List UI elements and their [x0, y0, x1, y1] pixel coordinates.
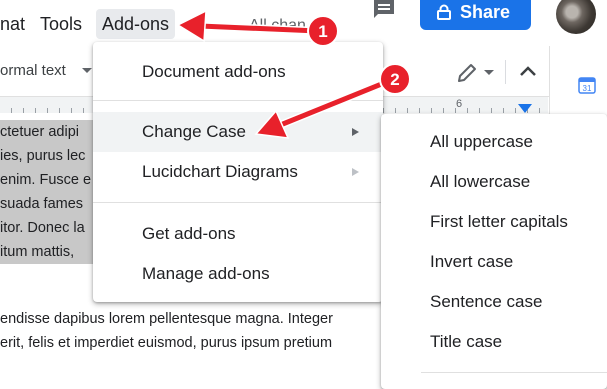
right-indent-marker[interactable] — [518, 104, 532, 113]
document-line: ies, purus lec — [0, 144, 96, 168]
menu-tools[interactable]: Tools — [34, 9, 88, 39]
menu-divider — [421, 372, 607, 373]
document-line: suada fames — [0, 192, 96, 216]
menu-divider — [93, 100, 383, 101]
editing-mode-chevron-icon[interactable] — [484, 70, 494, 75]
submenu-item-all-uppercase[interactable]: All uppercase — [381, 122, 607, 162]
pencil-icon[interactable] — [456, 62, 478, 84]
menu-divider — [93, 202, 383, 203]
paragraph-style-select[interactable]: ormal text — [0, 62, 66, 79]
change-case-submenu: All uppercase All lowercase First letter… — [381, 114, 607, 389]
submenu-item-invert-case[interactable]: Invert case — [381, 242, 607, 282]
menu-format[interactable]: nat — [0, 9, 31, 39]
document-line: endisse dapibus lorem pellentesque magna… — [0, 311, 333, 327]
submenu-arrow-icon — [352, 128, 359, 136]
calendar-day: 31 — [583, 84, 592, 93]
menu-item-change-case[interactable]: Change Case — [93, 112, 383, 152]
document-line: itor. Donec la — [0, 216, 96, 240]
document-line: erit, felis et imperdiet euismod, purus … — [0, 335, 333, 351]
share-button[interactable]: Share — [420, 0, 531, 30]
menu-item-manage-addons[interactable]: Manage add-ons — [93, 254, 383, 294]
document-line: itum mattis, — [0, 240, 96, 264]
submenu-item-title-case[interactable]: Title case — [381, 322, 607, 362]
avatar[interactable] — [556, 0, 596, 34]
menu-item-get-addons[interactable]: Get add-ons — [93, 214, 383, 254]
submenu-item-sentence-case[interactable]: Sentence case — [381, 282, 607, 322]
menu-bar: nat Tools Add-ons All chan Share — [0, 0, 607, 46]
share-label: Share — [460, 2, 511, 22]
submenu-arrow-icon — [352, 168, 359, 176]
comment-icon[interactable] — [371, 0, 397, 20]
document-line: enim. Fusce e — [0, 168, 96, 192]
menu-addons[interactable]: Add-ons — [96, 9, 176, 39]
chevron-up-icon[interactable] — [518, 64, 538, 78]
submenu-item-first-letter-capitals[interactable]: First letter capitals — [381, 202, 607, 242]
calendar-icon[interactable]: 31 — [578, 76, 596, 94]
chevron-down-icon[interactable] — [82, 68, 92, 73]
document-line: ctetuer adipi — [0, 120, 96, 144]
menu-item-document-addons[interactable]: Document add-ons — [93, 52, 383, 92]
last-edit-link[interactable]: All chan — [243, 11, 312, 41]
addons-dropdown: Document add-ons Change Case Lucidchart … — [93, 42, 383, 302]
menu-item-lucidchart[interactable]: Lucidchart Diagrams — [93, 152, 383, 192]
lock-icon — [437, 4, 451, 20]
submenu-item-all-lowercase[interactable]: All lowercase — [381, 162, 607, 202]
ruler-number: 6 — [456, 98, 463, 110]
toolbar-divider — [505, 60, 506, 84]
